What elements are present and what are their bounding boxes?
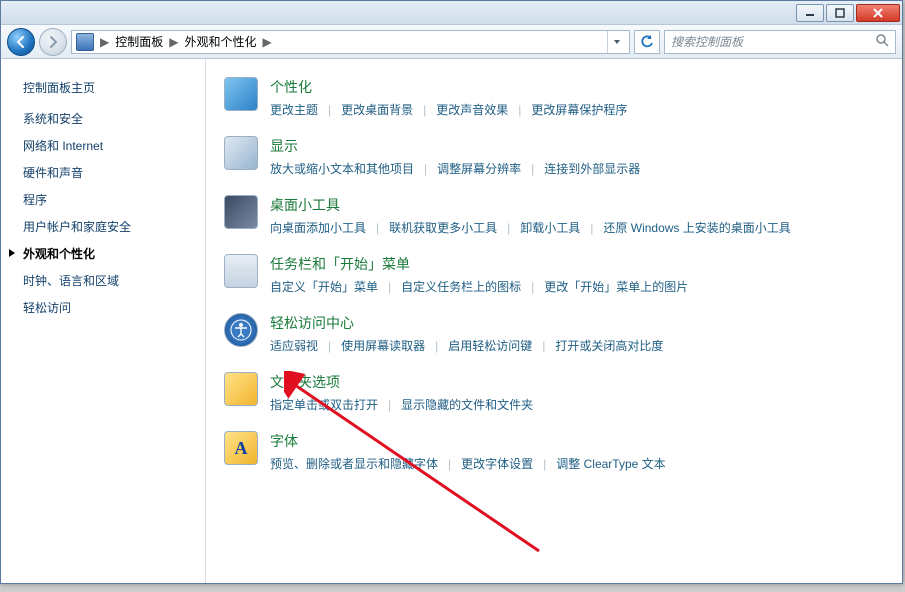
category-title[interactable]: 文件夹选项 [270,372,340,392]
category-title[interactable]: 字体 [270,431,298,451]
close-button[interactable] [856,4,900,22]
back-button[interactable] [7,28,35,56]
category-taskbar: 任务栏和「开始」菜单 自定义「开始」菜单| 自定义任务栏上的图标| 更改「开始」… [224,254,884,295]
category-links: 向桌面添加小工具| 联机获取更多小工具| 卸载小工具| 还原 Windows 上… [270,219,884,236]
category-gadgets: 桌面小工具 向桌面添加小工具| 联机获取更多小工具| 卸载小工具| 还原 Win… [224,195,884,236]
display-icon [224,136,258,170]
link-preview-fonts[interactable]: 预览、删除或者显示和隐藏字体 [270,455,438,472]
breadcrumb-current[interactable]: 外观和个性化 [184,33,256,50]
personalization-icon [224,77,258,111]
category-ease: 轻松访问中心 适应弱视| 使用屏幕读取器| 启用轻松访问键| 打开或关闭高对比度 [224,313,884,354]
control-panel-icon [76,33,94,51]
chevron-right-icon: ▶ [259,35,276,49]
breadcrumb-root[interactable]: 控制面板 [115,33,163,50]
forward-button[interactable] [39,28,67,56]
chevron-right-icon: ▶ [96,35,113,49]
search-icon [875,33,889,50]
category-title[interactable]: 任务栏和「开始」菜单 [270,254,410,274]
link-add-gadget[interactable]: 向桌面添加小工具 [270,219,366,236]
category-title[interactable]: 桌面小工具 [270,195,340,215]
sidebar-item-network[interactable]: 网络和 Internet [23,137,205,154]
link-uninstall-gadget[interactable]: 卸载小工具 [520,219,580,236]
link-restore-gadgets[interactable]: 还原 Windows 上安装的桌面小工具 [603,219,790,236]
category-links: 适应弱视| 使用屏幕读取器| 启用轻松访问键| 打开或关闭高对比度 [270,337,884,354]
sidebar: 控制面板主页 系统和安全 网络和 Internet 硬件和声音 程序 用户帐户和… [1,59,206,583]
category-links: 自定义「开始」菜单| 自定义任务栏上的图标| 更改「开始」菜单上的图片 [270,278,884,295]
nav-bar: ▶ 控制面板 ▶ 外观和个性化 ▶ 搜索控制面板 [1,25,902,59]
link-change-screensaver[interactable]: 更改屏幕保护程序 [531,101,627,118]
link-change-bg[interactable]: 更改桌面背景 [341,101,413,118]
category-links: 预览、删除或者显示和隐藏字体| 更改字体设置| 调整 ClearType 文本 [270,455,884,472]
category-personalization: 个性化 更改主题| 更改桌面背景| 更改声音效果| 更改屏幕保护程序 [224,77,884,118]
link-low-vision[interactable]: 适应弱视 [270,337,318,354]
category-links: 指定单击或双击打开| 显示隐藏的文件和文件夹 [270,396,884,413]
category-title[interactable]: 轻松访问中心 [270,313,354,333]
category-title[interactable]: 显示 [270,136,298,156]
gadgets-icon [224,195,258,229]
sidebar-item-programs[interactable]: 程序 [23,191,205,208]
sidebar-item-clock[interactable]: 时钟、语言和区域 [23,272,205,289]
link-text-size[interactable]: 放大或缩小文本和其他项目 [270,160,414,177]
taskbar-icon [224,254,258,288]
folder-icon [224,372,258,406]
ease-icon [224,313,258,347]
sidebar-home-link[interactable]: 控制面板主页 [23,79,205,96]
link-click-open[interactable]: 指定单击或双击打开 [270,396,378,413]
titlebar [1,1,902,25]
link-cleartype[interactable]: 调整 ClearType 文本 [556,455,665,472]
link-hidden-files[interactable]: 显示隐藏的文件和文件夹 [401,396,533,413]
sidebar-item-ease[interactable]: 轻松访问 [23,299,205,316]
link-external-display[interactable]: 连接到外部显示器 [544,160,640,177]
category-fonts: A 字体 预览、删除或者显示和隐藏字体| 更改字体设置| 调整 ClearTyp… [224,431,884,472]
search-placeholder: 搜索控制面板 [671,33,875,50]
link-font-settings[interactable]: 更改字体设置 [461,455,533,472]
link-ease-keys[interactable]: 启用轻松访问键 [448,337,532,354]
link-change-theme[interactable]: 更改主题 [270,101,318,118]
refresh-button[interactable] [634,30,660,54]
category-title[interactable]: 个性化 [270,77,312,97]
sidebar-item-accounts[interactable]: 用户帐户和家庭安全 [23,218,205,235]
sidebar-item-system[interactable]: 系统和安全 [23,110,205,127]
category-display: 显示 放大或缩小文本和其他项目| 调整屏幕分辨率| 连接到外部显示器 [224,136,884,177]
breadcrumb-dropdown[interactable] [607,31,625,53]
fonts-icon: A [224,431,258,465]
category-links: 更改主题| 更改桌面背景| 更改声音效果| 更改屏幕保护程序 [270,101,884,118]
link-resolution[interactable]: 调整屏幕分辨率 [437,160,521,177]
minimize-button[interactable] [796,4,824,22]
link-high-contrast[interactable]: 打开或关闭高对比度 [555,337,663,354]
maximize-button[interactable] [826,4,854,22]
link-change-sound[interactable]: 更改声音效果 [436,101,508,118]
sidebar-item-hardware[interactable]: 硬件和声音 [23,164,205,181]
link-customize-taskbar-icons[interactable]: 自定义任务栏上的图标 [401,278,521,295]
link-change-start-pic[interactable]: 更改「开始」菜单上的图片 [544,278,688,295]
search-input[interactable]: 搜索控制面板 [664,30,896,54]
link-screen-reader[interactable]: 使用屏幕读取器 [341,337,425,354]
category-folder: 文件夹选项 指定单击或双击打开| 显示隐藏的文件和文件夹 [224,372,884,413]
control-panel-window: ▶ 控制面板 ▶ 外观和个性化 ▶ 搜索控制面板 控制面板主页 系统和安全 网络… [0,0,903,584]
link-get-gadgets[interactable]: 联机获取更多小工具 [389,219,497,236]
link-customize-start[interactable]: 自定义「开始」菜单 [270,278,378,295]
content-pane: 个性化 更改主题| 更改桌面背景| 更改声音效果| 更改屏幕保护程序 显示 放大… [206,59,902,583]
sidebar-item-appearance[interactable]: 外观和个性化 [23,245,205,262]
breadcrumb[interactable]: ▶ 控制面板 ▶ 外观和个性化 ▶ [71,30,630,54]
category-links: 放大或缩小文本和其他项目| 调整屏幕分辨率| 连接到外部显示器 [270,160,884,177]
chevron-right-icon: ▶ [165,35,182,49]
